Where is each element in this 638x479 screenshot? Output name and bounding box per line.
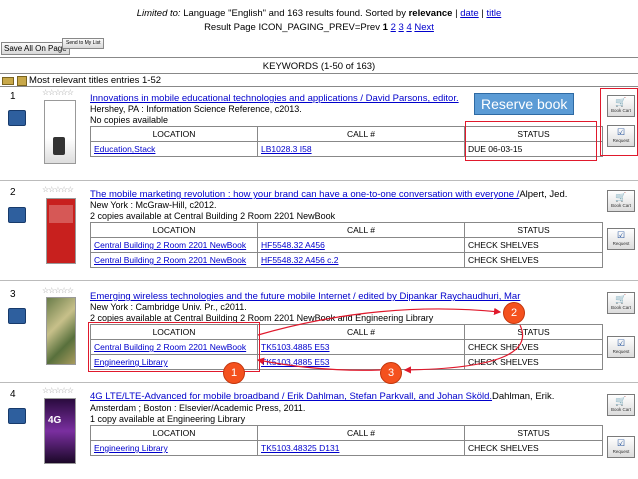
step-1-marker: 1: [223, 362, 245, 384]
arrow-to-step-2: [257, 307, 502, 336]
step-3-marker: 3: [380, 362, 402, 384]
arrow-from-step-3: [256, 357, 381, 371]
step-2-marker: 2: [503, 302, 525, 324]
arrow-to-step-3: [403, 324, 524, 374]
annotation-arrows: [256, 307, 524, 374]
